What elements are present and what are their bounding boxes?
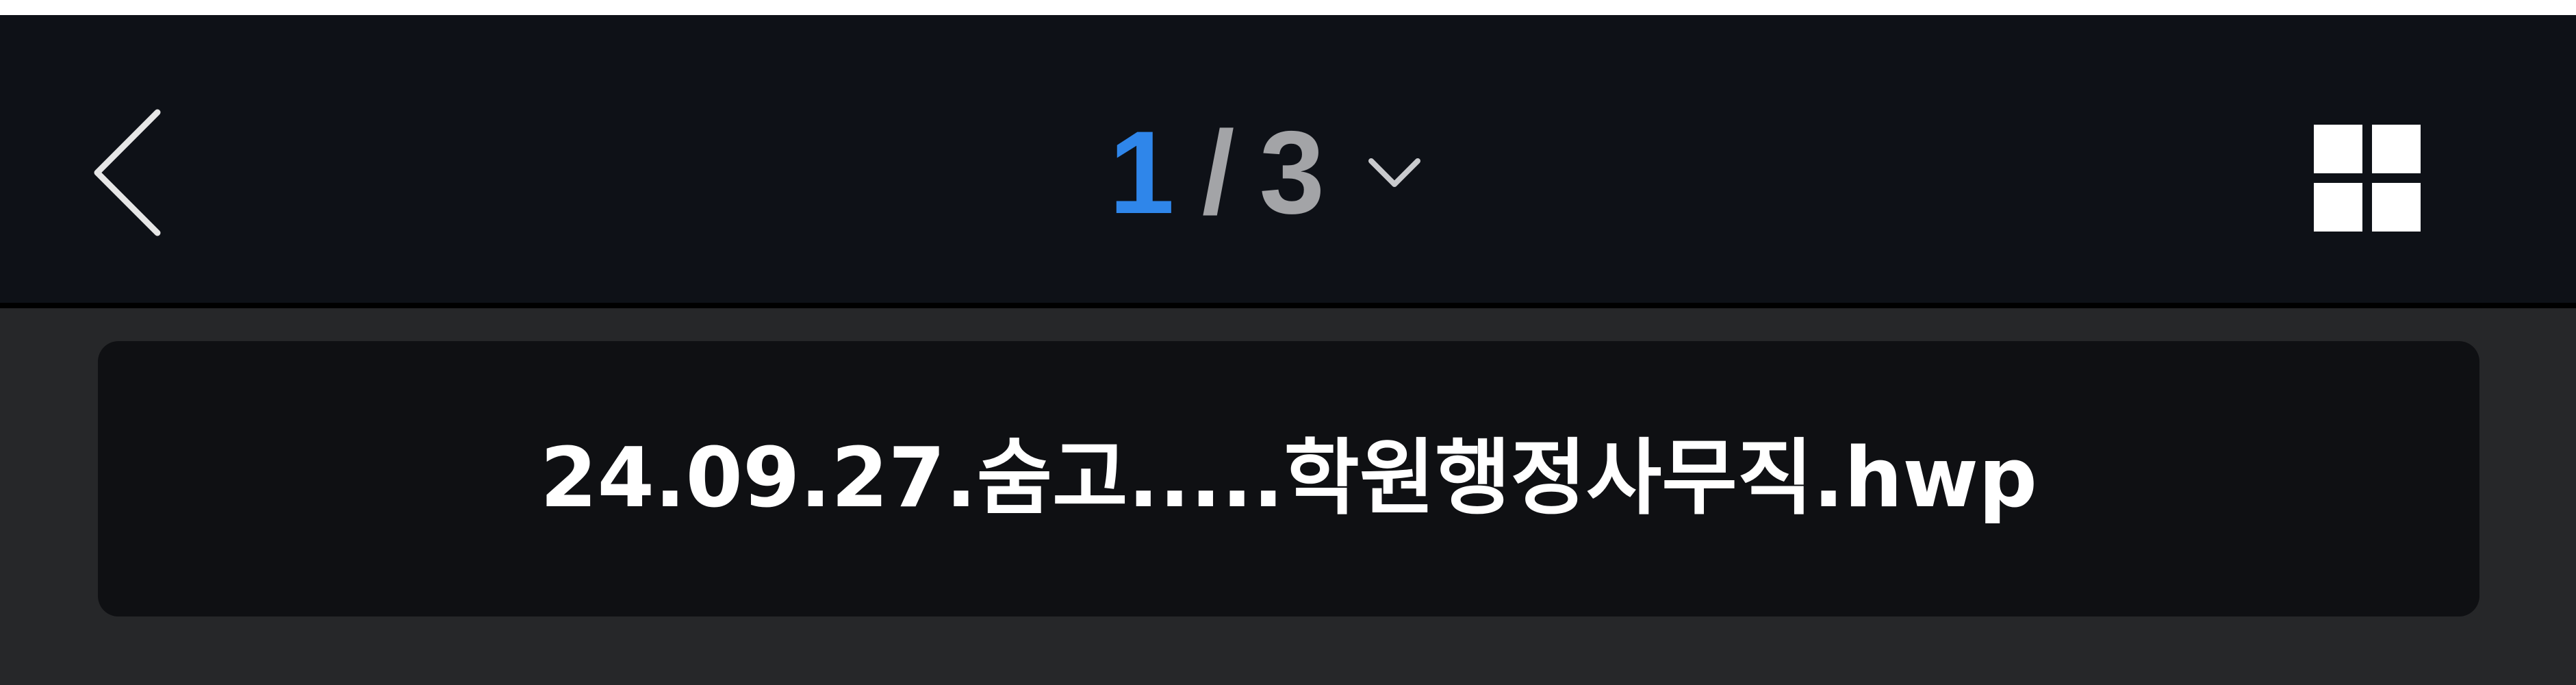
file-name-card: 24.09.27.숨고.....학원행정사무직.hwp bbox=[98, 341, 2479, 616]
grid-view-button[interactable] bbox=[2314, 125, 2421, 232]
page-selector[interactable]: 1 / 3 bbox=[1109, 104, 1422, 241]
grid-view-icon bbox=[2314, 125, 2421, 232]
top-navigation-bar: 1 / 3 bbox=[0, 15, 2576, 303]
file-name: 24.09.27.숨고.....학원행정사무직.hwp bbox=[539, 431, 2038, 526]
chevron-left-icon bbox=[94, 109, 161, 236]
page-separator: / bbox=[1201, 107, 1236, 238]
document-viewer-screen: 1 / 3 24.09.27.숨고.....학원행정사무직.hwp bbox=[0, 0, 2576, 685]
current-page-number: 1 bbox=[1109, 107, 1176, 238]
chevron-down-icon bbox=[1368, 158, 1421, 187]
header-divider bbox=[0, 303, 2576, 308]
total-page-count: 3 bbox=[1259, 107, 1327, 238]
back-button[interactable] bbox=[82, 104, 178, 241]
